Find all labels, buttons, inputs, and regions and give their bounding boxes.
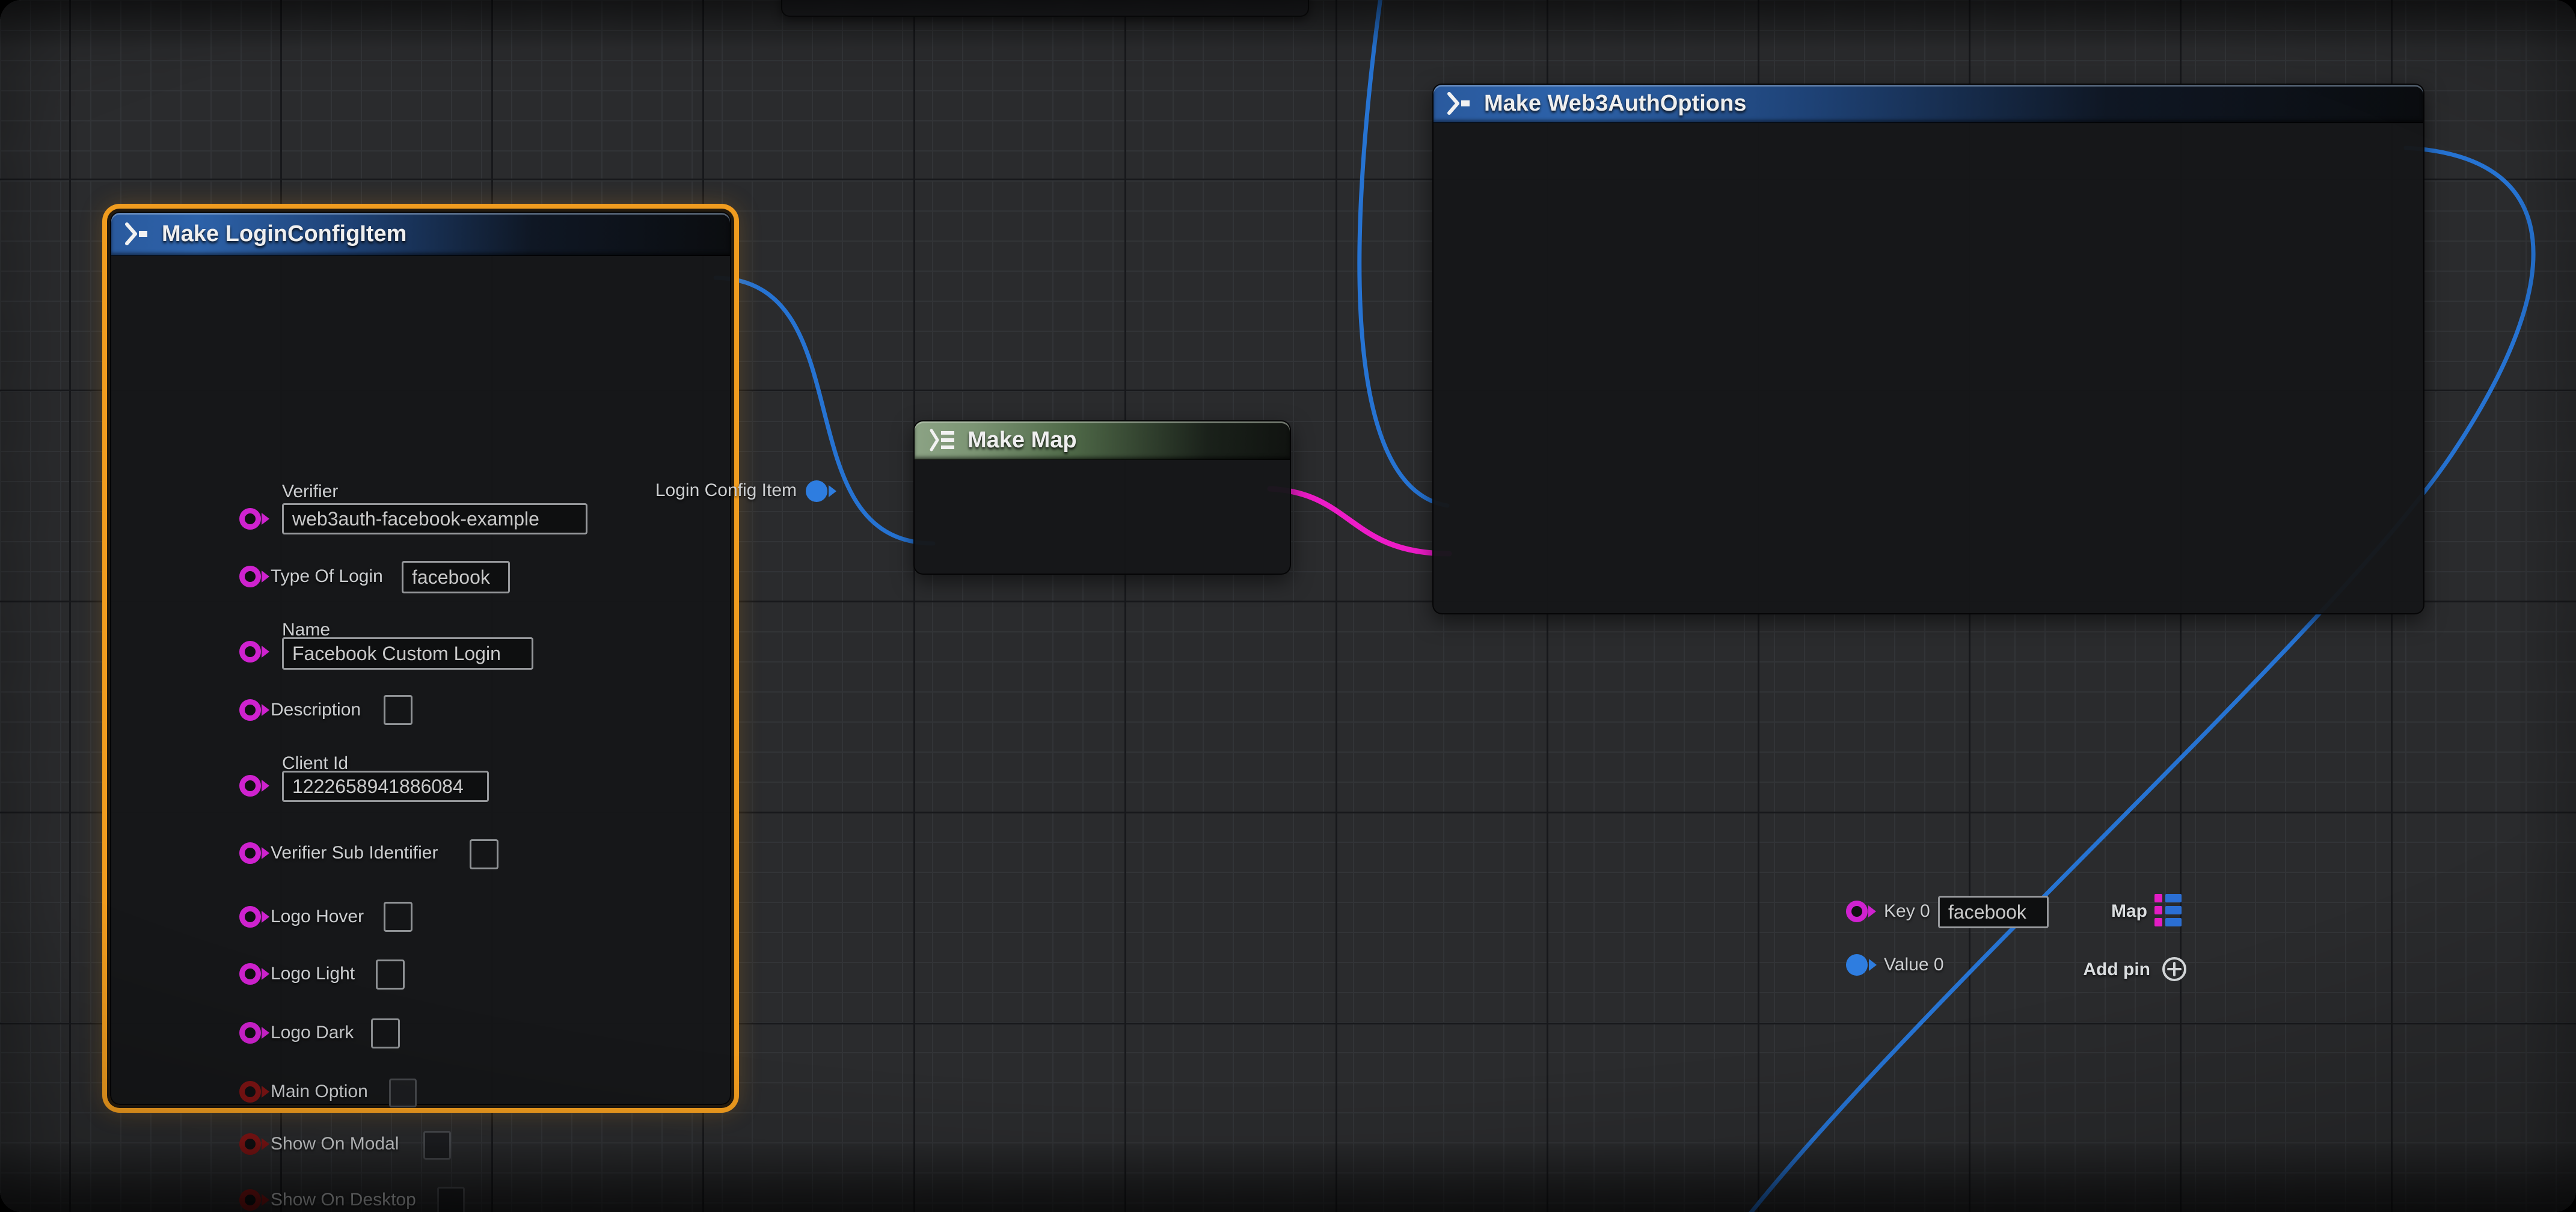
verifier-sub-identifier-input[interactable] (470, 839, 498, 869)
pin-label-logo-light: Logo Light (271, 963, 355, 985)
show-on-modal-checkbox[interactable] (423, 1131, 451, 1160)
wire-map-to-loginconfig[interactable] (1270, 489, 1449, 554)
show-on-desktop-checkbox[interactable] (437, 1187, 465, 1212)
node-title: Make Map (968, 427, 1077, 453)
blueprint-graph-canvas[interactable]: Make LoginConfigItem Login Config Item V… (0, 0, 2576, 1212)
logo-dark-input[interactable] (371, 1018, 400, 1048)
pin-label-logo-hover: Logo Hover (271, 906, 364, 928)
node-header-make-map[interactable]: Make Map (915, 421, 1290, 460)
node-title: Make Web3AuthOptions (1484, 91, 1746, 117)
pin-label-type-of-login: Type Of Login (271, 566, 383, 587)
pin-map-output[interactable] (2154, 894, 2182, 926)
pin-verifier-sub-identifier[interactable] (239, 842, 261, 864)
node-header-make-web3authoptions[interactable]: Make Web3AuthOptions (1434, 85, 2423, 123)
pin-verifier[interactable] (239, 508, 261, 530)
pin-logo-hover[interactable] (239, 906, 261, 928)
pin-main-option[interactable] (239, 1081, 261, 1103)
output-pin-label: Login Config Item (532, 480, 797, 501)
wire-loginconfigitem-to-value0[interactable] (716, 278, 933, 543)
pin-label-verifier-sub-identifier: Verifier Sub Identifier (271, 842, 438, 864)
make-struct-icon (1446, 90, 1473, 117)
make-map-icon (927, 428, 957, 452)
node-title: Make LoginConfigItem (162, 221, 406, 247)
pin-label-show-on-desktop: Show On Desktop (271, 1189, 416, 1211)
pin-label-verifier: Verifier (282, 481, 338, 503)
node-header-make-loginconfigitem[interactable]: Make LoginConfigItem (111, 213, 730, 256)
node-make-web3authoptions[interactable]: Make Web3AuthOptions Web 3Auth Options C… (1432, 84, 2424, 614)
pin-label-show-on-modal: Show On Modal (271, 1133, 399, 1155)
pin-label-value-0: Value 0 (1884, 954, 1944, 976)
node-make-loginconfigitem[interactable]: Make LoginConfigItem Login Config Item V… (110, 212, 731, 1105)
pin-type-of-login[interactable] (239, 566, 261, 587)
name-input[interactable] (282, 637, 533, 670)
offscreen-node-partial[interactable] (781, 0, 1309, 17)
pin-name[interactable] (239, 641, 261, 663)
pin-description[interactable] (239, 699, 261, 721)
key-0-input[interactable] (1938, 896, 2049, 928)
pin-label-logo-dark: Logo Dark (271, 1022, 354, 1044)
make-struct-icon (123, 221, 151, 247)
pin-client-id[interactable] (239, 775, 261, 797)
logo-hover-input[interactable] (384, 902, 412, 932)
output-pin-label-map: Map (2057, 901, 2147, 922)
pin-logo-light[interactable] (239, 963, 261, 985)
pin-label-description: Description (271, 699, 361, 721)
pin-label-main-option: Main Option (271, 1081, 368, 1103)
plus-circle-icon[interactable] (2160, 955, 2188, 983)
verifier-input[interactable] (282, 503, 587, 534)
type-of-login-input[interactable] (402, 561, 510, 593)
main-option-checkbox[interactable] (389, 1079, 417, 1107)
client-id-input[interactable] (282, 771, 489, 802)
add-pin-label[interactable]: Add pin (2033, 959, 2150, 981)
pin-key-0[interactable] (1846, 901, 1868, 922)
pin-show-on-modal[interactable] (239, 1133, 261, 1155)
pin-logo-dark[interactable] (239, 1022, 261, 1044)
pin-login-config-item-output[interactable] (806, 480, 827, 502)
description-input[interactable] (384, 695, 412, 725)
node-make-map[interactable]: Make Map Key 0 Map Value 0 Add pin (913, 420, 1291, 575)
pin-show-on-desktop[interactable] (239, 1189, 261, 1211)
pin-value-0[interactable] (1846, 954, 1868, 976)
logo-light-input[interactable] (376, 960, 405, 990)
pin-label-key-0: Key 0 (1884, 901, 1930, 922)
